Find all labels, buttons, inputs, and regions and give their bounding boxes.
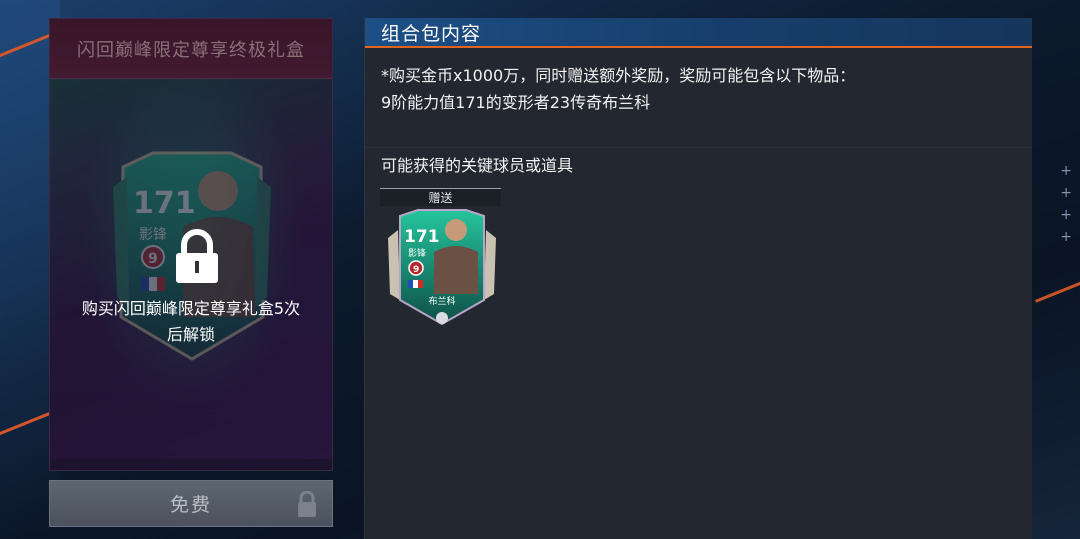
player-name: 布兰科: [428, 295, 455, 307]
card-level: 9: [413, 265, 419, 275]
pack-title-bar: 闪回巅峰限定尊享终极礼盒: [50, 19, 332, 79]
description-line2: 9阶能力值171的变形者23传奇布兰科: [381, 93, 651, 112]
contents-description: *购买金币x1000万，同时赠送额外奖励，奖励可能包含以下物品： 9阶能力值17…: [381, 62, 1016, 116]
pack-card-panel[interactable]: 闪回巅峰限定尊享终极礼盒 171 影锋 9 购买闪回巅峰限定尊享礼盒5次 后解锁: [49, 18, 333, 471]
lock-icon: [176, 229, 218, 283]
club-badge-icon: [436, 312, 448, 324]
contents-title: 组合包内容: [381, 22, 482, 45]
pack-contents-panel: 组合包内容 *购买金币x1000万，同时赠送额外奖励，奖励可能包含以下物品： 9…: [364, 18, 1032, 539]
key-items-title: 可能获得的关键球员或道具: [381, 156, 574, 175]
description-line1: *购买金币x1000万，同时赠送额外奖励，奖励可能包含以下物品：: [381, 66, 856, 85]
reward-item[interactable]: 赠送 171 影锋 9 布兰科: [380, 188, 501, 328]
unlock-text-line1: 购买闪回巅峰限定尊享礼盒5次: [81, 299, 301, 318]
gift-tag: 赠送: [380, 188, 501, 206]
bg-orange-stripe: [1035, 270, 1080, 303]
contents-header: 组合包内容: [365, 18, 1032, 48]
card-position: 影锋: [408, 247, 426, 259]
pack-title: 闪回巅峰限定尊享终极礼盒: [77, 39, 305, 61]
card-rating: 171: [404, 227, 440, 247]
free-button-label: 免费: [169, 494, 212, 516]
france-flag-icon: [408, 280, 423, 288]
unlock-text-line2: 后解锁: [166, 325, 215, 344]
lock-icon: [298, 491, 316, 517]
player-card-image: 171 影锋 9 布兰科: [388, 209, 496, 326]
divider: [365, 147, 1032, 148]
bg-cross-decoration: + + + +: [1060, 163, 1072, 245]
free-claim-button[interactable]: 免费: [49, 480, 333, 527]
unlock-requirement-text: 购买闪回巅峰限定尊享礼盒5次 后解锁: [50, 296, 332, 348]
